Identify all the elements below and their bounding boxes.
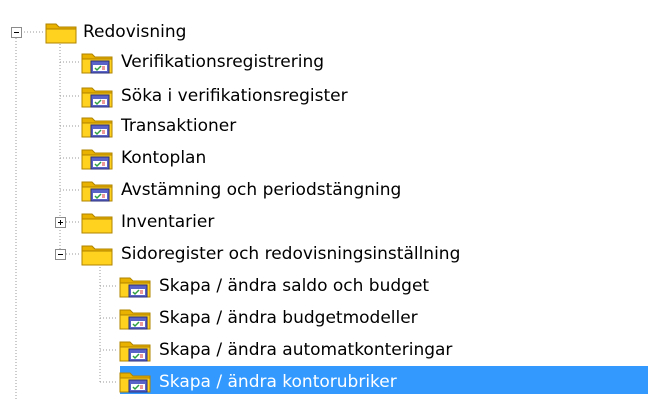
tree-node-label: Söka i verifikationsregister [121,86,348,106]
tree-node-label-selected: Skapa / ändra kontorubriker [156,371,400,393]
module-folder-icon [118,337,152,363]
tree-node-verifikationsregistrering[interactable]: Verifikationsregistrering [0,47,648,77]
module-folder-icon [118,368,152,394]
collapse-toggle-sidoregister[interactable] [55,249,66,260]
tree-node-kontoplan[interactable]: Kontoplan [0,143,648,173]
tree-node-label: Transaktioner [121,116,237,136]
tree-node-label: Redovisning [83,22,187,42]
folder-icon [80,209,114,235]
module-folder-icon [80,177,114,203]
tree-node-inventarier[interactable]: Inventarier [0,207,648,237]
tree-node-label: Skapa / ändra automatkonteringar [159,340,453,360]
collapse-toggle-redovisning[interactable] [11,27,22,38]
tree-node-label: Skapa / ändra budgetmodeller [159,308,418,328]
tree-node-label: Avstämning och periodstängning [121,180,402,200]
folder-icon [80,241,114,267]
module-folder-icon [80,83,114,109]
tree-node-skapa-andra-saldo-och-budget[interactable]: Skapa / ändra saldo och budget [0,271,648,301]
module-folder-icon [80,113,114,139]
module-folder-icon [118,273,152,299]
module-folder-icon [118,305,152,331]
tree-node-skapa-andra-automatkonteringar[interactable]: Skapa / ändra automatkonteringar [0,335,648,365]
tree-node-label: Kontoplan [121,148,207,168]
tree-node-label: Sidoregister och redovisningsinställning [121,244,461,264]
navigation-tree: Redovisning Verifikationsregistrering Sö… [0,0,648,399]
tree-node-sidoregister-och-redovisningsinstallning[interactable]: Sidoregister och redovisningsinställning [0,239,648,269]
tree-node-redovisning[interactable]: Redovisning [0,17,648,47]
module-folder-icon [80,49,114,75]
tree-node-skapa-andra-budgetmodeller[interactable]: Skapa / ändra budgetmodeller [0,303,648,333]
tree-node-label: Inventarier [121,212,215,232]
tree-node-label: Verifikationsregistrering [121,52,325,72]
expand-toggle-inventarier[interactable] [55,217,66,228]
tree-node-skapa-andra-kontorubriker[interactable]: Skapa / ändra kontorubriker [0,367,648,397]
tree-node-label: Skapa / ändra saldo och budget [159,276,430,296]
tree-node-transaktioner[interactable]: Transaktioner [0,111,648,141]
tree-node-avstamning-och-periodstangning[interactable]: Avstämning och periodstängning [0,175,648,205]
folder-icon [44,19,78,45]
module-folder-icon [80,145,114,171]
tree-node-soka-i-verifikationsregister[interactable]: Söka i verifikationsregister [0,81,648,111]
